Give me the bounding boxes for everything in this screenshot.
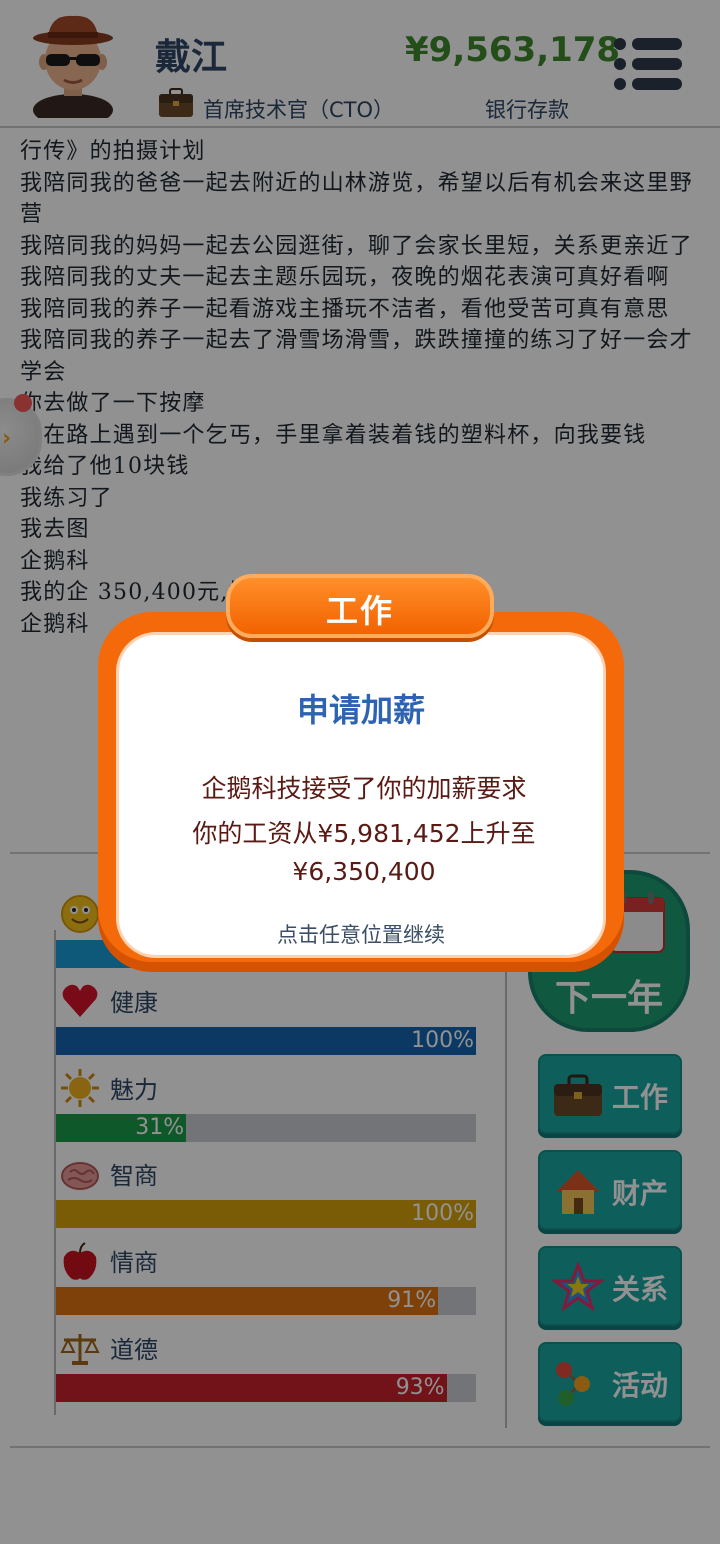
dialog-message: 企鹅科技接受了你的加薪要求 <box>201 774 527 803</box>
raise-dialog[interactable]: 申请加薪 企鹅科技接受了你的加薪要求 你的工资从¥5,981,452上升至¥6,… <box>98 612 624 972</box>
dialog-detail: 你的工资从¥5,981,452上升至¥6,350,400 <box>192 819 536 886</box>
dialog-title: 申请加薪 <box>296 691 425 729</box>
continue-hint[interactable]: 点击任意位置继续 <box>119 919 603 949</box>
dialog-category-label: 工作 <box>325 592 394 630</box>
dialog-body: 申请加薪 企鹅科技接受了你的加薪要求 你的工资从¥5,981,452上升至¥6,… <box>116 632 606 958</box>
dialog-category-tab: 工作 <box>226 574 494 638</box>
